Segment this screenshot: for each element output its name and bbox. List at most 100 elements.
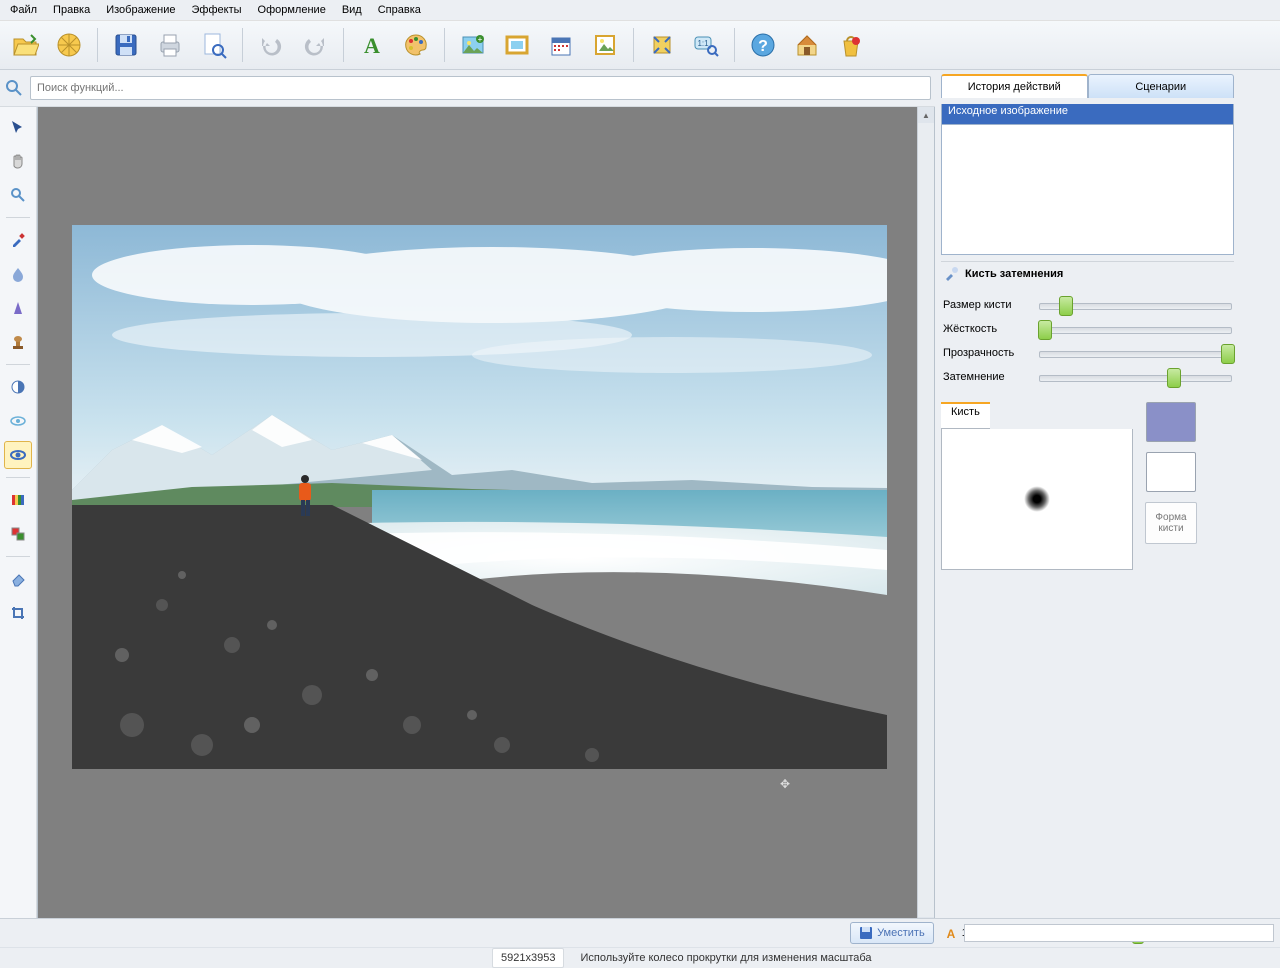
dimensions-cell: 5921x3953 [492,948,564,968]
menubar: Файл Правка Изображение Эффекты Оформлен… [0,0,1280,21]
vertical-scrollbar[interactable]: ▲▼ [917,107,934,933]
separator [444,28,445,62]
canvas[interactable]: ✥ [38,107,934,949]
slider-hardness-track[interactable] [1039,322,1232,336]
fill-tool[interactable] [4,520,32,548]
panel-title: Кисть затемнения [941,261,1234,286]
preview-button[interactable] [195,26,233,64]
brush-shape-button[interactable]: Форма кисти [1145,502,1197,544]
svg-text:1:1: 1:1 [697,39,709,48]
photo-image [72,225,887,769]
brush-area: Кисть Форма кисти [941,402,1234,570]
text-button[interactable]: A [353,26,391,64]
slider-label: Прозрачность [943,347,1033,359]
hand-tool[interactable] [4,147,32,175]
fit-screen-button[interactable] [643,26,681,64]
brush-preview-box: Кисть [941,402,1133,570]
slider-label: Жёсткость [943,323,1033,335]
history-tabs: История действий Сценарии [941,74,1234,98]
tool-palette [0,107,37,950]
color-swatch-2[interactable] [1146,452,1196,492]
eraser-tool[interactable] [4,565,32,593]
svg-text:A: A [946,927,955,940]
save-button[interactable] [107,26,145,64]
color-swatch-1[interactable] [1146,402,1196,442]
stamp-tool[interactable] [4,328,32,356]
status-top: Уместить A 100% Масштаб: 14% − + [0,918,1280,947]
blur-tool[interactable] [4,260,32,288]
main-toolbar: A + 1:1 ? [0,21,1280,70]
brush-preview [941,429,1133,570]
statusbar: Уместить A 100% Масштаб: 14% − + 5921x39… [0,918,1280,968]
separator [6,217,30,218]
separator [633,28,634,62]
sharpen-tool[interactable] [4,294,32,322]
canvas-wrap: ✥ ▲▼ ◄► [37,107,935,950]
menu-image[interactable]: Изображение [100,2,181,18]
swatch-column: Форма кисти [1145,402,1197,570]
separator [97,28,98,62]
separator [734,28,735,62]
separator [6,556,30,557]
menu-decor[interactable]: Оформление [252,2,332,18]
history-item[interactable]: Исходное изображение [942,104,1233,125]
tab-scripts[interactable]: Сценарии [1088,74,1235,98]
menu-help[interactable]: Справка [372,2,427,18]
menu-file[interactable]: Файл [4,2,43,18]
eye-tool[interactable] [4,441,32,469]
separator [6,364,30,365]
calendar-button[interactable] [542,26,580,64]
slider-label: Размер кисти [943,299,1033,311]
search-icon [4,78,24,98]
template-button[interactable] [586,26,624,64]
panel-title-text: Кисть затемнения [965,268,1063,280]
search-row [0,70,935,107]
separator [6,477,30,478]
slider-darken: Затемнение [943,370,1232,384]
menu-effects[interactable]: Эффекты [186,2,248,18]
batch-button[interactable] [50,26,88,64]
zoom-tool[interactable] [4,181,32,209]
menu-edit[interactable]: Правка [47,2,96,18]
slider-darken-track[interactable] [1039,370,1232,384]
text-small-icon: A [944,926,958,940]
history-list[interactable]: Исходное изображение [941,104,1234,255]
eyedropper-tool[interactable] [4,226,32,254]
slider-size: Размер кисти [943,298,1232,312]
slider-label: Затемнение [943,371,1033,383]
search-input[interactable] [30,76,931,100]
frame-button[interactable] [498,26,536,64]
dodge-tool[interactable] [4,373,32,401]
help-button[interactable]: ? [744,26,782,64]
crop-tool[interactable] [4,599,32,627]
menu-view[interactable]: Вид [336,2,368,18]
burn-tool[interactable] [4,407,32,435]
progress-box [964,924,1274,942]
palette-button[interactable] [397,26,435,64]
move-cursor-icon: ✥ [780,777,790,791]
slider-opacity-track[interactable] [1039,346,1232,360]
pointer-tool[interactable] [4,113,32,141]
zoom-100-button[interactable]: 1:1 [687,26,725,64]
shop-button[interactable] [832,26,870,64]
redo-button[interactable] [296,26,334,64]
brush-tab[interactable]: Кисть [941,402,990,429]
separator [343,28,344,62]
print-button[interactable] [151,26,189,64]
fit-button[interactable]: Уместить [850,922,934,944]
undo-button[interactable] [252,26,290,64]
home-button[interactable] [788,26,826,64]
gradient-tool[interactable] [4,486,32,514]
brush-dot-icon [1024,486,1050,512]
tab-history[interactable]: История действий [941,74,1088,98]
insert-image-button[interactable]: + [454,26,492,64]
status-hint: Используйте колесо прокрутки для изменен… [580,952,871,964]
slider-opacity: Прозрачность [943,346,1232,360]
fit-label: Уместить [877,927,925,939]
svg-text:A: A [364,33,380,58]
open-button[interactable] [6,26,44,64]
slider-hardness: Жёсткость [943,322,1232,336]
svg-text:+: + [478,35,483,44]
slider-size-track[interactable] [1039,298,1232,312]
svg-text:?: ? [758,38,768,55]
